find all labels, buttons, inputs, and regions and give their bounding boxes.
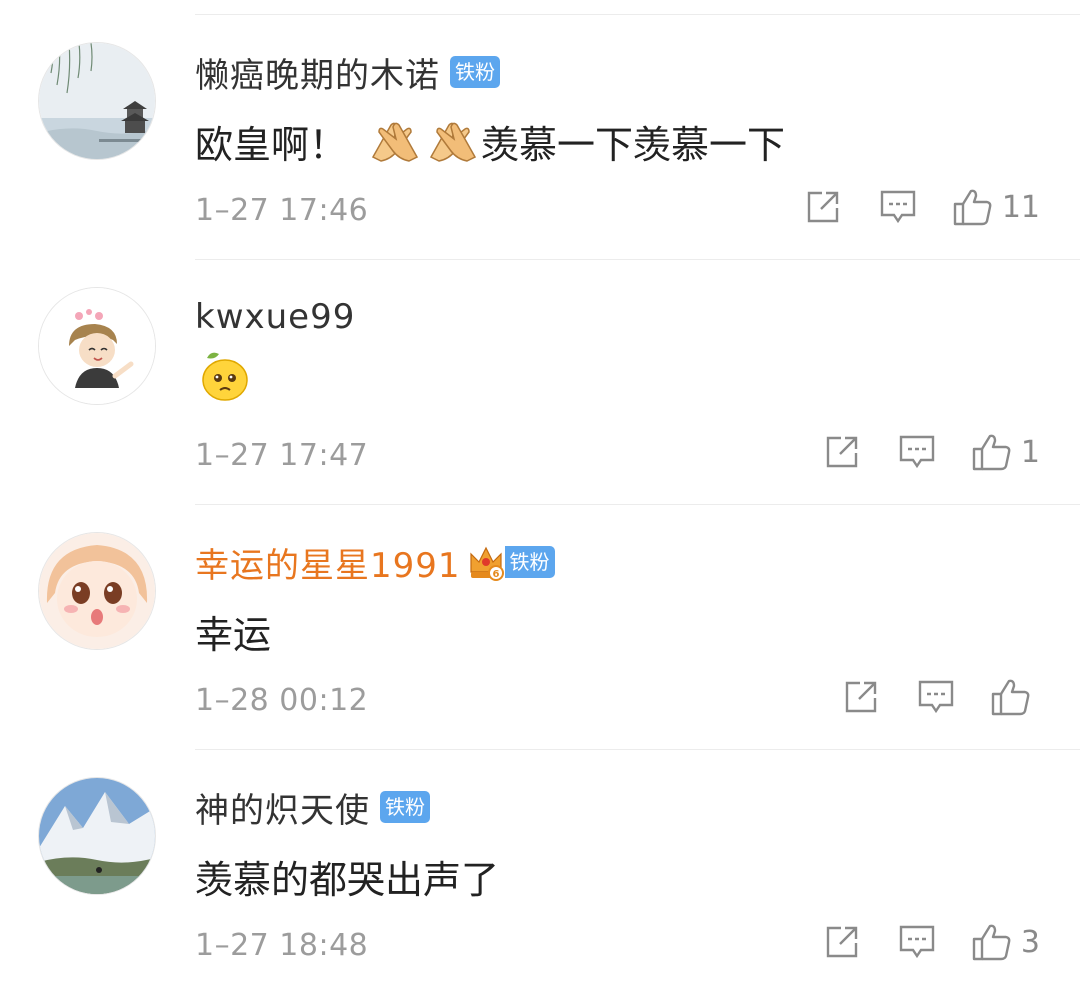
like-count: 11 xyxy=(1001,189,1040,225)
username-row: kwxue99 xyxy=(195,294,355,340)
fan-badge: 铁粉 xyxy=(450,56,500,88)
avatar[interactable] xyxy=(39,778,155,894)
crown-icon: 6 xyxy=(467,542,505,582)
username-row: 懒癌晚期的木诺 铁粉 xyxy=(195,48,500,97)
fan-badge: 铁粉 xyxy=(504,546,555,578)
thumbs-up-icon xyxy=(991,679,1030,716)
share-icon xyxy=(845,681,877,713)
timestamp: 1–27 17:47 xyxy=(195,438,369,473)
share-button[interactable] xyxy=(823,433,861,471)
share-button[interactable] xyxy=(804,188,842,226)
svg-text:6: 6 xyxy=(492,569,499,580)
username[interactable]: 幸运的星星1991 xyxy=(195,538,461,587)
avatar[interactable] xyxy=(39,43,155,159)
share-icon xyxy=(807,191,839,223)
action-bar xyxy=(842,677,1040,717)
like-count: 3 xyxy=(1020,924,1040,960)
timestamp: 1–27 18:48 xyxy=(195,928,369,963)
comment-item: 幸运的星星1991 6 铁粉 幸运 1–28 00:12 xyxy=(0,505,1080,750)
comment-item: kwxue99 1–27 17:47 1 xyxy=(0,260,1080,505)
reply-button[interactable] xyxy=(916,678,956,716)
sad-lemon-icon xyxy=(195,348,251,404)
thumbs-up-icon xyxy=(972,924,1011,961)
action-bar: 11 xyxy=(804,187,1040,227)
comment-icon xyxy=(899,925,935,959)
reply-button[interactable] xyxy=(897,923,937,961)
fan-badge: 铁粉 xyxy=(380,791,430,823)
share-button[interactable] xyxy=(823,923,861,961)
username[interactable]: kwxue99 xyxy=(195,297,355,337)
action-bar: 1 xyxy=(823,432,1040,472)
like-button[interactable]: 1 xyxy=(971,432,1040,472)
avatar[interactable] xyxy=(39,533,155,649)
comment-icon xyxy=(880,190,916,224)
thumbs-up-icon xyxy=(972,434,1011,471)
username[interactable]: 神的炽天使 xyxy=(195,783,370,832)
share-button[interactable] xyxy=(842,678,880,716)
comment-text xyxy=(195,346,251,406)
username-row: 神的炽天使 铁粉 xyxy=(195,783,430,832)
comment-text-part: 羡慕一下羡慕一下 xyxy=(481,122,786,167)
like-button[interactable]: 3 xyxy=(971,922,1040,962)
avatar[interactable] xyxy=(39,288,155,404)
clap-hands-icon xyxy=(367,117,421,165)
username[interactable]: 懒癌晚期的木诺 xyxy=(195,48,440,97)
comment-text: 羡慕的都哭出声了 xyxy=(195,857,500,902)
comment-item: 懒癌晚期的木诺 铁粉 欧皇啊！ 羡慕一下羡慕一下 1–27 17:46 11 xyxy=(0,15,1080,260)
comment-item: 神的炽天使 铁粉 羡慕的都哭出声了 1–27 18:48 3 xyxy=(0,750,1080,995)
comment-text: 幸运 xyxy=(195,612,272,657)
comment-text-part: 欧皇啊！ xyxy=(195,122,348,167)
action-bar: 3 xyxy=(823,922,1040,962)
like-count: 1 xyxy=(1020,434,1040,470)
share-icon xyxy=(826,436,858,468)
clap-hands-icon xyxy=(425,117,479,165)
like-button[interactable] xyxy=(990,677,1040,717)
reply-button[interactable] xyxy=(878,188,918,226)
timestamp: 1–28 00:12 xyxy=(195,683,369,718)
reply-button[interactable] xyxy=(897,433,937,471)
username-row: 幸运的星星1991 6 铁粉 xyxy=(195,538,555,587)
share-icon xyxy=(826,926,858,958)
thumbs-up-icon xyxy=(953,189,992,226)
comment-text: 欧皇啊！ 羡慕一下羡慕一下 xyxy=(195,111,785,171)
comment-icon xyxy=(899,435,935,469)
comment-icon xyxy=(918,680,954,714)
like-button[interactable]: 11 xyxy=(952,187,1040,227)
timestamp: 1–27 17:46 xyxy=(195,193,369,228)
